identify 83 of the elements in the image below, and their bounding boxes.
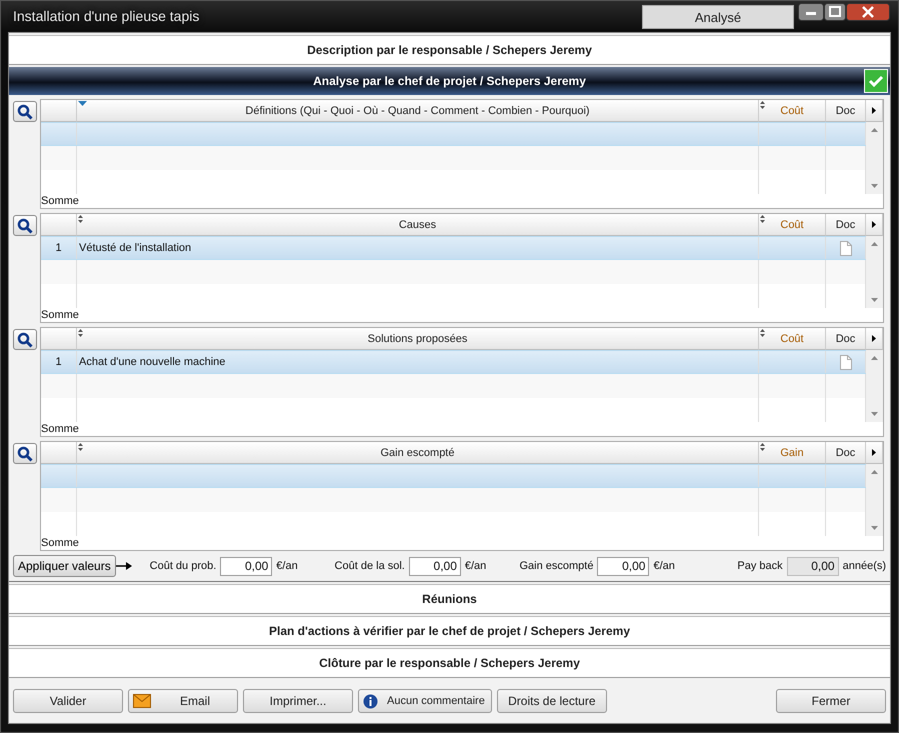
scroll-up-icon[interactable] <box>871 128 878 132</box>
apply-values-button[interactable]: Appliquer valeurs <box>13 555 116 577</box>
unit-label: €/an <box>464 560 488 572</box>
arrow-right-icon <box>872 107 876 114</box>
minimize-icon[interactable] <box>798 3 824 21</box>
scroll-up-icon[interactable] <box>871 470 878 474</box>
scroll-bar[interactable] <box>866 122 883 194</box>
field-label: Coût de la sol. <box>334 560 405 572</box>
search-button[interactable] <box>13 329 37 350</box>
sum-label: Somme <box>41 194 79 208</box>
status-label: Analysé <box>642 5 794 29</box>
row-number: 1 <box>55 242 62 254</box>
scroll-up-icon[interactable] <box>871 242 878 246</box>
section-header[interactable]: Analyse par le chef de projet / Schepers Jeremy <box>9 67 890 95</box>
field-label: Gain escompté <box>519 560 594 572</box>
column-header[interactable]: Doc <box>826 328 866 350</box>
column-header[interactable]: Gain escompté <box>77 442 759 464</box>
column-header[interactable]: Définitions (Qui - Quoi - Où - Quand - Comment - Combien - Pourquoi) <box>77 100 759 122</box>
scroll-bar[interactable] <box>866 464 883 536</box>
scroll-down-icon[interactable] <box>871 184 878 188</box>
section-bar[interactable]: Description par le responsable / Schepers Jeremy <box>9 35 890 65</box>
search-icon <box>17 104 33 120</box>
maximize-icon[interactable] <box>824 3 846 21</box>
info-icon <box>363 694 378 709</box>
column-menu-button[interactable] <box>866 100 883 122</box>
column-header[interactable]: Doc <box>826 214 866 236</box>
scroll-down-icon[interactable] <box>871 526 878 530</box>
search-button[interactable] <box>13 443 37 464</box>
document-icon[interactable] <box>840 354 852 370</box>
value-field[interactable]: 0,00 <box>408 556 461 576</box>
search-button[interactable] <box>13 101 37 122</box>
scroll-down-icon[interactable] <box>871 298 878 302</box>
scroll-bar[interactable] <box>866 236 883 308</box>
action-button[interactable]: Droits de lecture <box>496 689 607 713</box>
field-label: Pay back <box>737 560 783 572</box>
envelope-icon <box>133 694 151 708</box>
field-label: Coût du prob. <box>150 560 216 572</box>
section-bar[interactable]: Clôture par le responsable / Schepers Jeremy <box>9 648 890 678</box>
sum-label: Somme <box>41 308 79 322</box>
scroll-bar[interactable] <box>866 350 883 422</box>
search-icon <box>17 446 33 462</box>
column-header[interactable]: Coût <box>759 100 826 122</box>
action-button[interactable]: Email <box>128 689 238 713</box>
arrow-right-icon <box>116 562 132 570</box>
scroll-up-icon[interactable] <box>871 356 878 360</box>
table-cell: Vétusté de l'installation <box>79 242 192 254</box>
section-bar[interactable]: Réunions <box>9 584 890 614</box>
arrow-right-icon <box>872 221 876 228</box>
row-number: 1 <box>55 356 62 368</box>
document-icon[interactable] <box>840 240 852 256</box>
action-button[interactable]: Valider <box>13 689 123 713</box>
table-row[interactable]: 1 Achat d'une nouvelle machine <box>41 350 866 374</box>
action-button[interactable]: Aucun commentaire <box>358 689 492 713</box>
column-menu-button[interactable] <box>866 442 883 464</box>
unit-label: année(s) <box>842 560 886 572</box>
sum-label: Somme <box>41 422 79 436</box>
column-header[interactable]: Coût <box>759 328 826 350</box>
arrow-right-icon <box>872 449 876 456</box>
arrow-right-icon <box>872 335 876 342</box>
column-header[interactable]: Solutions proposées <box>77 328 759 350</box>
close-icon[interactable] <box>846 3 890 21</box>
column-menu-button[interactable] <box>866 328 883 350</box>
window-title: Installation d'une plieuse tapis <box>12 7 200 24</box>
column-header[interactable]: Coût <box>759 214 826 236</box>
action-button[interactable]: Imprimer... <box>243 689 353 713</box>
column-menu-button[interactable] <box>866 214 883 236</box>
table-row[interactable]: 1 Vétusté de l'installation <box>41 236 866 260</box>
scroll-down-icon[interactable] <box>871 412 878 416</box>
value-field[interactable]: 0,00 <box>220 556 272 576</box>
value-field[interactable]: 0,00 <box>597 556 650 576</box>
column-header[interactable]: Doc <box>826 442 866 464</box>
table-cell: Achat d'une nouvelle machine <box>79 356 226 368</box>
action-button[interactable]: Fermer <box>776 689 886 713</box>
section-bar[interactable]: Plan d'actions à vérifier par le chef de projet / Schepers Jeremy <box>9 616 890 646</box>
unit-label: €/an <box>276 560 299 572</box>
column-header[interactable]: Causes <box>77 214 759 236</box>
column-header[interactable]: Gain <box>759 442 826 464</box>
column-header[interactable]: Doc <box>826 100 866 122</box>
search-icon <box>17 332 33 348</box>
search-icon <box>17 218 33 234</box>
unit-label: €/an <box>653 560 676 572</box>
search-button[interactable] <box>13 215 37 236</box>
sum-label: Somme <box>41 536 79 550</box>
